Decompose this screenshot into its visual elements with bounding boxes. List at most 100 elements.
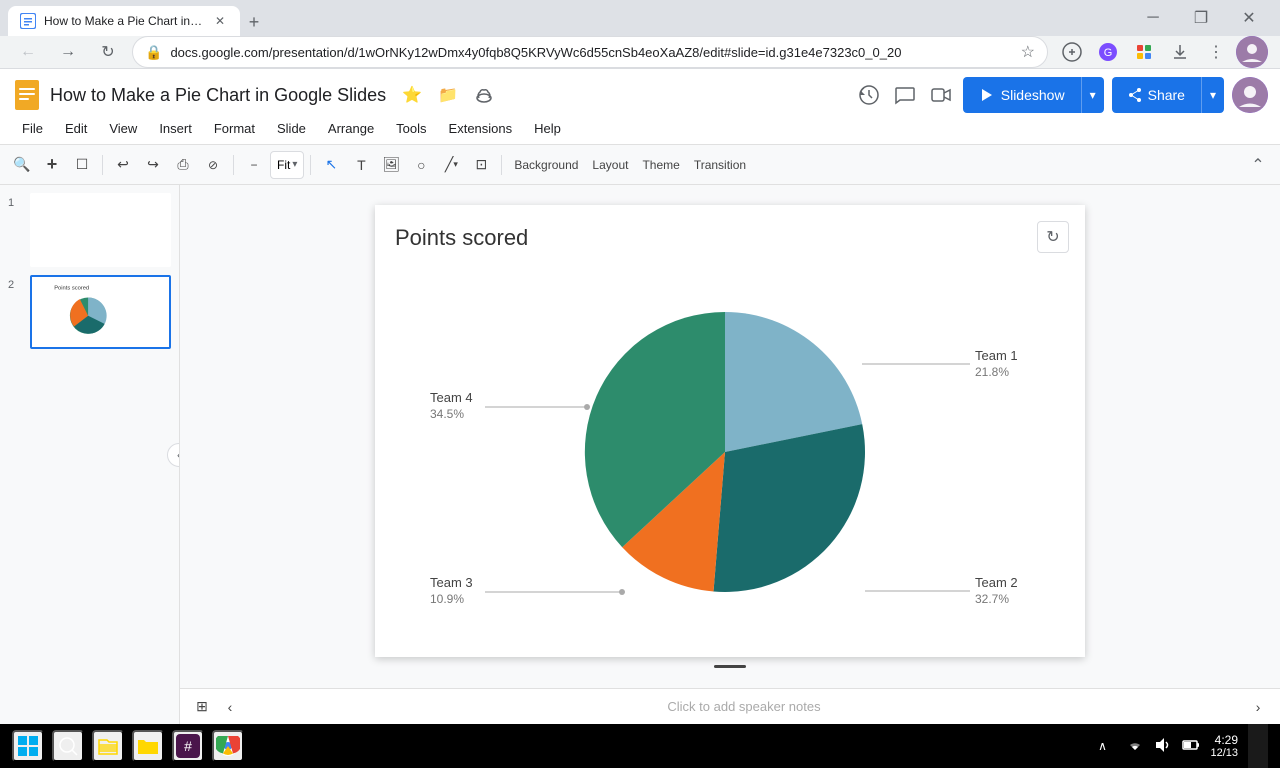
clock-date: 12/13	[1210, 747, 1238, 759]
user-avatar[interactable]	[1232, 77, 1268, 113]
canvas-area: ↻ Points scored	[180, 185, 1280, 688]
panel-collapse-button[interactable]: ‹	[216, 693, 244, 721]
slides-header: How to Make a Pie Chart in Google Slides…	[0, 69, 1280, 145]
tab-favicon	[20, 13, 36, 29]
forward-button[interactable]: →	[52, 36, 84, 68]
new-tab-button[interactable]: +	[240, 8, 268, 36]
extensions-icon-button[interactable]	[1128, 36, 1160, 68]
panel-expand-button[interactable]: ‹	[167, 443, 180, 467]
grid-view-button[interactable]: ⊞	[188, 693, 216, 721]
redo-button[interactable]: ↪	[139, 151, 167, 179]
svg-text:Points scored: Points scored	[54, 285, 89, 291]
menu-extensions[interactable]: Extensions	[439, 117, 523, 140]
browser-menu-button[interactable]: ⋮	[1200, 36, 1232, 68]
menu-file[interactable]: File	[12, 117, 53, 140]
shapes-tool-button[interactable]: ○	[407, 151, 435, 179]
browser-frame: How to Make a Pie Chart in Go... ✕ + ─ ❐…	[0, 0, 1280, 720]
slack-button[interactable]: #	[172, 730, 204, 762]
menu-insert[interactable]: Insert	[149, 117, 202, 140]
bookmark-title-button[interactable]: ⭐	[398, 81, 426, 109]
profile-avatar[interactable]	[1236, 36, 1268, 68]
cloud-title-button[interactable]	[470, 81, 498, 109]
google-account-button[interactable]: G	[1092, 36, 1124, 68]
system-tray-up-button[interactable]: ∧	[1088, 732, 1116, 760]
slideshow-button[interactable]: Slideshow	[963, 77, 1081, 113]
menu-edit[interactable]: Edit	[55, 117, 97, 140]
system-clock[interactable]: 4:29 12/13	[1210, 733, 1238, 759]
volume-icon	[1154, 736, 1172, 757]
tab-close-button[interactable]: ✕	[212, 13, 228, 29]
refresh-button[interactable]: ↻	[92, 36, 124, 68]
menu-view[interactable]: View	[99, 117, 147, 140]
url-text: docs.google.com/presentation/d/1wOrNKy12…	[170, 45, 1012, 60]
chart-container: Team 1 21.8% Team 2 32.7% Team	[395, 267, 1065, 637]
close-button[interactable]: ✕	[1226, 0, 1272, 36]
network-icon	[1126, 736, 1144, 757]
search-toolbar-button[interactable]: 🔍	[8, 151, 36, 179]
active-tab[interactable]: How to Make a Pie Chart in Go... ✕	[8, 6, 240, 36]
zoom-selector[interactable]: Fit ▾	[270, 151, 304, 179]
clock-time: 4:29	[1215, 733, 1238, 747]
bookmark-icon[interactable]: ☆	[1021, 42, 1035, 62]
menu-tools[interactable]: Tools	[386, 117, 436, 140]
chrome-taskbar-button[interactable]	[212, 730, 244, 762]
slides-main: 1 2 Points scored	[0, 185, 1280, 724]
address-input-wrap[interactable]: 🔒 docs.google.com/presentation/d/1wOrNKy…	[132, 36, 1048, 68]
file-explorer-button[interactable]	[92, 730, 124, 762]
slide-indicator	[714, 665, 746, 668]
lock-icon: 🔒	[145, 44, 162, 61]
notes-placeholder[interactable]: Click to add speaker notes	[667, 699, 820, 714]
team1-label: Team 1	[975, 348, 1018, 363]
document-title[interactable]: How to Make a Pie Chart in Google Slides	[50, 85, 390, 106]
battery-icon	[1182, 736, 1200, 757]
share-button[interactable]: Share	[1112, 77, 1201, 113]
menu-arrange[interactable]: Arrange	[318, 117, 384, 140]
line-tool-button[interactable]: ╱▾	[437, 151, 465, 179]
minimize-button[interactable]: ─	[1130, 0, 1176, 36]
collapse-toolbar-button[interactable]: ⌃	[1244, 151, 1272, 179]
slide-canvas[interactable]: ↻ Points scored	[375, 205, 1085, 657]
undo-button[interactable]: ↩	[109, 151, 137, 179]
image-tool-button[interactable]: 🖼	[377, 151, 405, 179]
back-button[interactable]: ←	[12, 36, 44, 68]
format-paint-button[interactable]: ⊘	[199, 151, 227, 179]
layout-button[interactable]: Layout	[586, 151, 634, 179]
main-content-area: ↻ Points scored	[180, 185, 1280, 724]
taskbar-left: #	[12, 730, 244, 762]
comments-button[interactable]	[891, 81, 919, 109]
maximize-button[interactable]: ❐	[1178, 0, 1224, 36]
transition-button[interactable]: Transition	[688, 151, 752, 179]
toolbar-sep-1	[102, 155, 103, 175]
meeting-button[interactable]	[927, 81, 955, 109]
add-toolbar-button[interactable]: +	[38, 151, 66, 179]
folder-button[interactable]	[132, 730, 164, 762]
google-slides-app: How to Make a Pie Chart in Google Slides…	[0, 69, 1280, 724]
zoom-minus-button[interactable]: −	[240, 151, 268, 179]
theme-button[interactable]: Theme	[636, 151, 685, 179]
menu-slide[interactable]: Slide	[267, 117, 316, 140]
history-button[interactable]	[855, 81, 883, 109]
search-taskbar-button[interactable]	[52, 730, 84, 762]
share-dropdown-button[interactable]: ▾	[1201, 77, 1224, 113]
menu-help[interactable]: Help	[524, 117, 571, 140]
show-desktop-button[interactable]	[1248, 724, 1268, 768]
folder-title-button[interactable]: 📁	[434, 81, 462, 109]
print-button[interactable]: ⎙	[169, 151, 197, 179]
refresh-chart-button[interactable]: ↻	[1037, 221, 1069, 253]
layout-tool-button[interactable]: ⊡	[467, 151, 495, 179]
select-tool-button[interactable]: ↖	[317, 151, 345, 179]
svg-text:G: G	[1104, 47, 1113, 59]
background-button[interactable]: Background	[508, 151, 584, 179]
expand-toolbar-button[interactable]: ☐	[68, 151, 96, 179]
slide-thumbnail-2[interactable]: 2 Points scored	[8, 275, 171, 349]
title-row: How to Make a Pie Chart in Google Slides…	[12, 77, 1268, 113]
text-tool-button[interactable]: T	[347, 151, 375, 179]
slide-thumbnail-1[interactable]: 1	[8, 193, 171, 267]
download-icon-button[interactable]	[1164, 36, 1196, 68]
panel-expand-right-button[interactable]: ‹	[1244, 693, 1272, 721]
windows-start-button[interactable]	[12, 730, 44, 762]
menu-format[interactable]: Format	[204, 117, 265, 140]
taskbar-right: ∧ 4:29 12/13	[1088, 724, 1268, 768]
slideshow-dropdown-button[interactable]: ▾	[1081, 77, 1104, 113]
extensions-button[interactable]	[1056, 36, 1088, 68]
